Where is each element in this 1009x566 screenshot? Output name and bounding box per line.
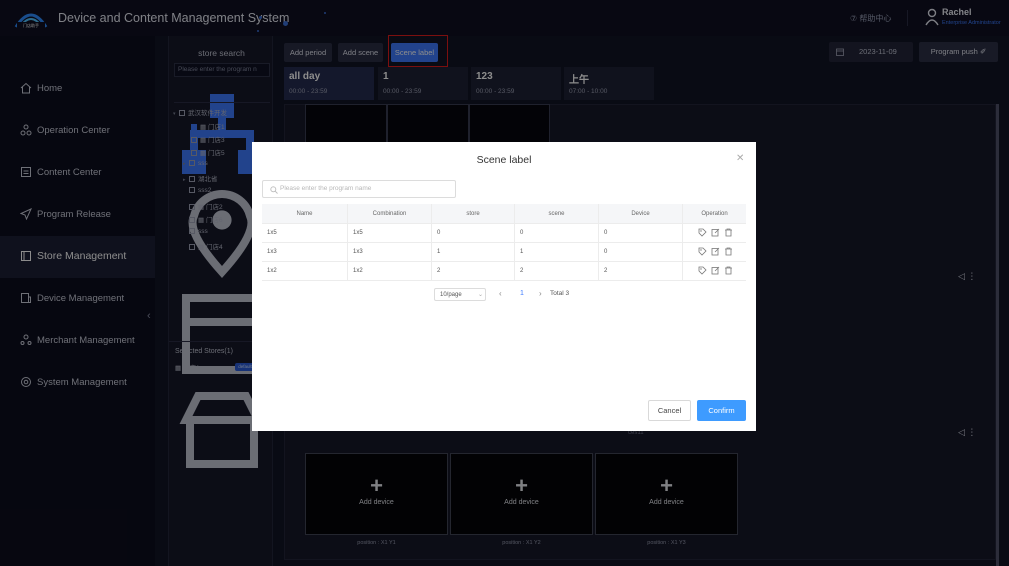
edit-icon[interactable] [711, 266, 720, 275]
edit-icon[interactable] [711, 247, 720, 256]
row-operations [694, 247, 744, 258]
cell-store: 1 [432, 243, 515, 262]
close-icon[interactable]: ✕ [736, 153, 744, 164]
confirm-button[interactable]: Confirm [697, 400, 746, 421]
column-header: Name [262, 204, 348, 224]
column-header: Device [599, 204, 683, 224]
cell-combination: 1x5 [348, 224, 432, 243]
prev-page-icon[interactable]: ‹ [499, 289, 502, 298]
cell-name: 1x2 [262, 262, 348, 281]
search-icon [270, 186, 278, 194]
next-page-icon[interactable]: › [539, 289, 542, 298]
column-header: Operation [701, 211, 728, 217]
current-page[interactable]: 1 [520, 290, 524, 297]
table-header: Name Combination store scene Device Oper… [262, 204, 746, 224]
table-row: 1x2 1x2 2 2 2 [262, 262, 746, 281]
cell-device: 0 [599, 243, 683, 262]
page-size-select[interactable]: 10/page ⌄ [434, 288, 486, 301]
cancel-button[interactable]: Cancel [648, 400, 691, 421]
column-header: Combination [348, 204, 432, 224]
column-header: scene [515, 204, 599, 224]
total-count: Total 3 [550, 290, 570, 297]
delete-icon[interactable] [724, 247, 733, 256]
cell-device: 0 [599, 224, 683, 243]
row-operations [694, 266, 744, 277]
cell-combination: 1x2 [348, 262, 432, 281]
cell-scene: 2 [515, 262, 599, 281]
pagination: 10/page ⌄ ‹ 1 › Total 3 [252, 288, 756, 302]
cell-name: 1x5 [262, 224, 348, 243]
delete-icon[interactable] [724, 266, 733, 275]
scene-label-dialog: Scene label ✕ Please enter the program n… [252, 142, 756, 431]
table-row: 1x5 1x5 0 0 0 [262, 224, 746, 243]
tag-icon[interactable] [698, 247, 707, 256]
page-size-value: 10/page [440, 292, 462, 298]
cell-combination: 1x3 [348, 243, 432, 262]
delete-icon[interactable] [724, 228, 733, 237]
cell-device: 2 [599, 262, 683, 281]
chevron-down-icon: ⌄ [478, 292, 484, 298]
tag-icon[interactable] [698, 266, 707, 275]
cell-store: 2 [432, 262, 515, 281]
cell-scene: 0 [515, 224, 599, 243]
dialog-title: Scene label [476, 154, 532, 166]
search-placeholder: Please enter the program name [280, 185, 372, 192]
cell-name: 1x3 [262, 243, 348, 262]
edit-icon[interactable] [711, 228, 720, 237]
table-row: 1x3 1x3 1 1 0 [262, 243, 746, 262]
tag-icon[interactable] [698, 228, 707, 237]
column-header: store [432, 204, 515, 224]
program-search-input[interactable]: Please enter the program name [262, 180, 456, 198]
row-operations [694, 228, 744, 239]
cell-store: 0 [432, 224, 515, 243]
cell-scene: 1 [515, 243, 599, 262]
